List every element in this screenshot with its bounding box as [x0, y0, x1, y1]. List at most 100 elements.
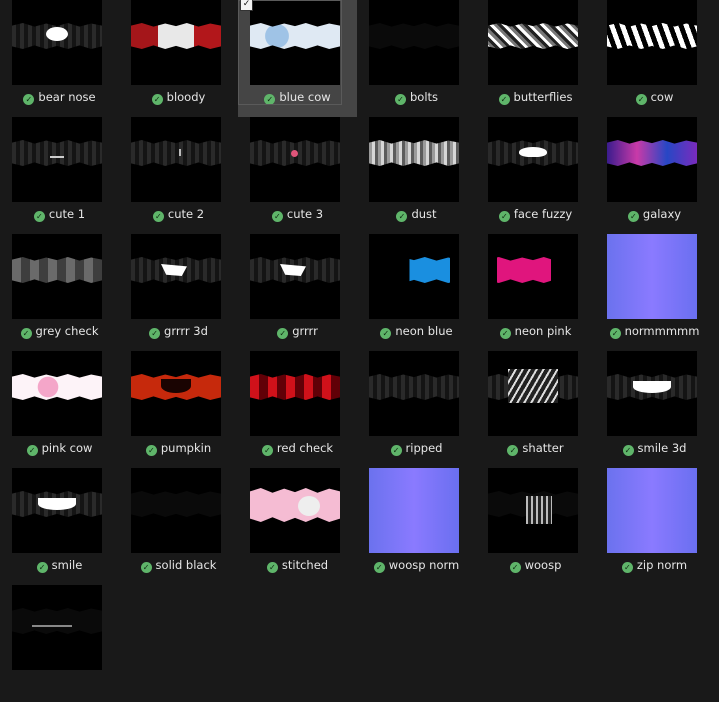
- texture-thumbnail[interactable]: [250, 468, 340, 553]
- texture-thumbnail[interactable]: [131, 0, 221, 85]
- texture-thumbnail[interactable]: [488, 117, 578, 202]
- texture-tile[interactable]: ✓ dust: [357, 117, 476, 234]
- texture-tile[interactable]: ✓ bolts: [357, 0, 476, 117]
- texture-thumbnail[interactable]: [131, 351, 221, 436]
- tile-label-text: neon blue: [395, 324, 453, 338]
- texture-tile[interactable]: ✓ smile: [0, 468, 119, 585]
- texture-thumbnail[interactable]: [369, 468, 459, 553]
- tile-label: ✓ butterflies: [476, 89, 595, 105]
- texture-thumbnail[interactable]: [369, 351, 459, 436]
- texture-tile[interactable]: ✓ galaxy: [595, 117, 714, 234]
- sync-status-icon: ✓: [509, 562, 521, 573]
- texture-thumbnail[interactable]: [607, 468, 697, 553]
- texture-tile[interactable]: [0, 585, 119, 702]
- tile-label: ✓ zip norm: [595, 557, 714, 573]
- tile-label: ✓ ripped: [357, 440, 476, 456]
- texture-thumbnail[interactable]: [369, 0, 459, 85]
- texture-tile[interactable]: ✓ cute 3: [238, 117, 357, 234]
- shatter-mark: [508, 369, 558, 403]
- texture-tile[interactable]: ✓ grey check: [0, 234, 119, 351]
- sync-status-icon: ✓: [261, 445, 273, 456]
- tile-label-text: galaxy: [642, 207, 682, 221]
- cute-face-mark: [291, 150, 298, 157]
- texture-band: [488, 257, 578, 283]
- texture-thumbnail[interactable]: [12, 234, 102, 319]
- texture-thumbnail[interactable]: [607, 234, 697, 319]
- tile-label-text: solid black: [155, 558, 217, 572]
- texture-thumbnail[interactable]: [131, 234, 221, 319]
- texture-thumbnail[interactable]: [488, 351, 578, 436]
- texture-band: [12, 374, 102, 400]
- sync-status-icon: ✓: [380, 328, 392, 339]
- texture-tile[interactable]: ✓ butterflies: [476, 0, 595, 117]
- texture-tile[interactable]: ✓ pumpkin: [119, 351, 238, 468]
- cute-face-mark: [174, 149, 181, 156]
- texture-tile[interactable]: ✓ pink cow: [0, 351, 119, 468]
- texture-thumbnail[interactable]: [250, 0, 340, 85]
- sync-status-icon: ✓: [36, 562, 48, 573]
- texture-band: [250, 23, 340, 49]
- texture-tile[interactable]: ✓ smile 3d: [595, 351, 714, 468]
- texture-thumbnail[interactable]: [369, 117, 459, 202]
- texture-thumbnail[interactable]: [488, 468, 578, 553]
- tile-label: ✓ grrrr: [238, 323, 357, 339]
- texture-tile[interactable]: ✓ ✓ blue cow: [238, 0, 357, 117]
- tile-label: ✓ grrrr 3d: [119, 323, 238, 339]
- tile-label-text: grey check: [35, 324, 99, 338]
- texture-thumbnail[interactable]: [12, 0, 102, 85]
- texture-tile[interactable]: ✓ normmmmm: [595, 234, 714, 351]
- texture-thumbnail[interactable]: [607, 0, 697, 85]
- texture-thumbnail[interactable]: [12, 351, 102, 436]
- texture-thumbnail[interactable]: [131, 117, 221, 202]
- texture-tile[interactable]: ✓ bloody: [119, 0, 238, 117]
- texture-thumbnail[interactable]: [250, 117, 340, 202]
- texture-tile[interactable]: ✓ bear nose: [0, 0, 119, 117]
- tile-label-text: face fuzzy: [513, 207, 573, 221]
- texture-thumbnail[interactable]: [369, 234, 459, 319]
- texture-tile[interactable]: ✓ stitched: [238, 468, 357, 585]
- tile-label: ✓ cute 2: [119, 206, 238, 222]
- tile-label-text: butterflies: [513, 90, 573, 104]
- texture-band: [607, 140, 697, 166]
- tile-label-text: woosp norm: [388, 558, 460, 572]
- texture-tile[interactable]: ✓ ripped: [357, 351, 476, 468]
- texture-thumbnail[interactable]: [250, 351, 340, 436]
- texture-thumbnail[interactable]: [607, 117, 697, 202]
- sync-status-icon: ✓: [140, 562, 152, 573]
- texture-tile[interactable]: ✓ neon blue: [357, 234, 476, 351]
- selection-checkbox-icon[interactable]: ✓: [240, 0, 253, 11]
- bear-nose-mark: [46, 27, 68, 41]
- texture-tile[interactable]: ✓ cute 2: [119, 117, 238, 234]
- sync-status-icon: ✓: [498, 94, 510, 105]
- texture-tile[interactable]: ✓ cow: [595, 0, 714, 117]
- sync-status-icon: ✓: [264, 94, 276, 105]
- texture-thumbnail[interactable]: [12, 117, 102, 202]
- texture-thumbnail[interactable]: [131, 468, 221, 553]
- texture-tile[interactable]: ✓ neon pink: [476, 234, 595, 351]
- texture-thumbnail[interactable]: [250, 234, 340, 319]
- texture-tile[interactable]: ✓ face fuzzy: [476, 117, 595, 234]
- texture-tile[interactable]: ✓ shatter: [476, 351, 595, 468]
- texture-tile[interactable]: ✓ grrrr 3d: [119, 234, 238, 351]
- texture-band: [131, 491, 221, 517]
- sync-status-icon: ✓: [609, 328, 621, 339]
- texture-tile[interactable]: ✓ solid black: [119, 468, 238, 585]
- sync-status-icon: ✓: [373, 562, 385, 573]
- texture-tile[interactable]: ✓ red check: [238, 351, 357, 468]
- tile-label-text: dust: [411, 207, 437, 221]
- texture-thumbnail[interactable]: [488, 0, 578, 85]
- thumbnail-grid: ✓ bear nose ✓ bloody ✓ ✓ blue cow ✓ bolts ✓ butter…: [0, 0, 719, 670]
- texture-tile[interactable]: ✓ woosp norm: [357, 468, 476, 585]
- tile-label: ✓ galaxy: [595, 206, 714, 222]
- texture-thumbnail[interactable]: [12, 468, 102, 553]
- texture-thumbnail[interactable]: [12, 585, 102, 670]
- texture-band: [12, 608, 102, 634]
- sync-status-icon: ✓: [498, 211, 510, 222]
- texture-thumbnail[interactable]: [607, 351, 697, 436]
- texture-tile[interactable]: ✓ zip norm: [595, 468, 714, 585]
- texture-tile[interactable]: ✓ woosp: [476, 468, 595, 585]
- texture-tile[interactable]: ✓ cute 1: [0, 117, 119, 234]
- texture-tile[interactable]: ✓ grrrr: [238, 234, 357, 351]
- tile-label-text: shatter: [522, 441, 564, 455]
- texture-thumbnail[interactable]: [488, 234, 578, 319]
